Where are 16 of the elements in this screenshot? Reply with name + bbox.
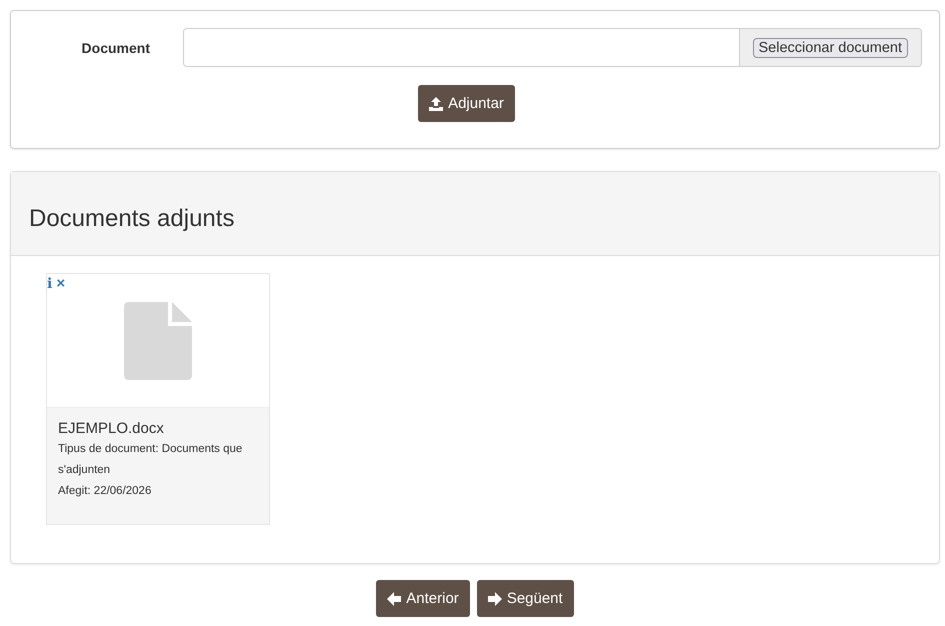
info-icon[interactable]: i xyxy=(47,276,52,292)
file-icon xyxy=(124,302,192,380)
next-button[interactable]: Següent xyxy=(476,580,574,617)
left-arrow-icon xyxy=(387,592,402,606)
panel-title: Documents adjunts xyxy=(29,205,234,233)
previous-button[interactable]: Anterior xyxy=(376,580,470,617)
file-input-field[interactable]: Seleccionar document xyxy=(183,28,922,67)
field-label: Document xyxy=(80,40,151,56)
document-type: Tipus de document: Documents que s'adjunten xyxy=(58,442,244,478)
right-arrow-icon xyxy=(488,592,502,606)
browse-button[interactable]: Seleccionar document xyxy=(752,38,908,58)
added-date: Afegit: 22/06/2026 xyxy=(58,484,152,499)
remove-icon[interactable]: × xyxy=(56,276,66,292)
upload-icon xyxy=(429,96,444,110)
file-name: EJEMPLO.docx xyxy=(58,420,165,437)
attach-button[interactable]: Adjuntar xyxy=(418,85,515,122)
